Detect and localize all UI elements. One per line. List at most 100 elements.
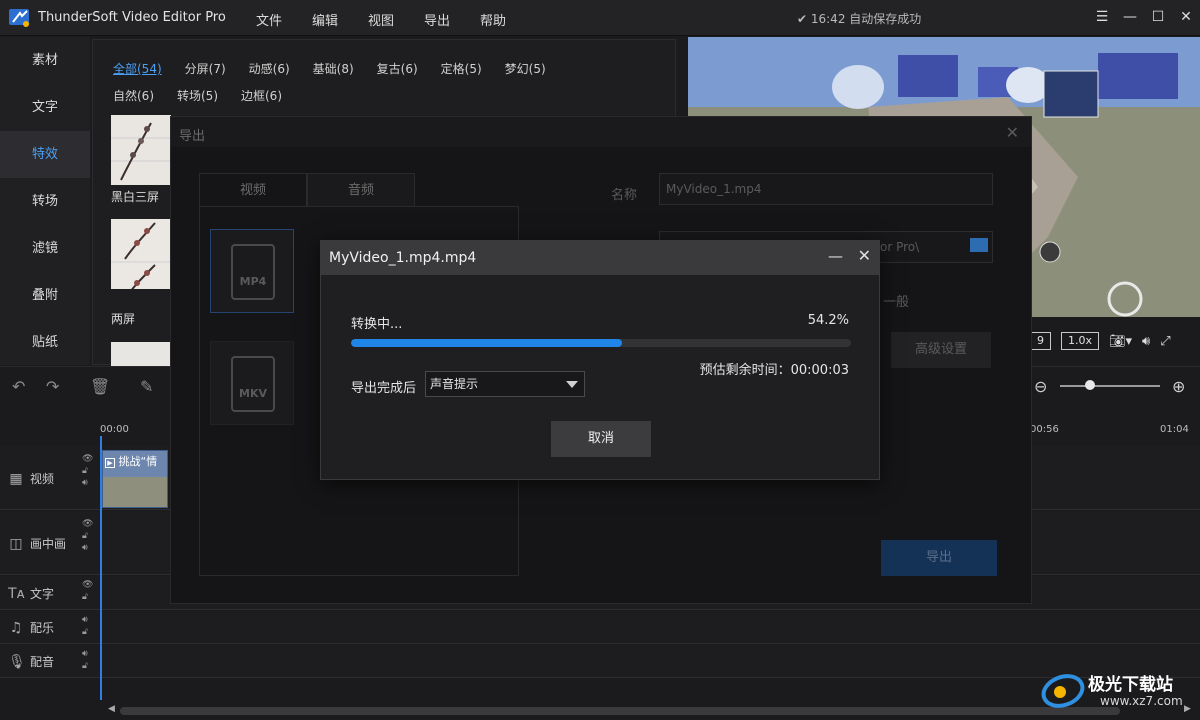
tab-audio[interactable]: 音频 <box>307 173 415 207</box>
speaker-icon[interactable]: 🔊︎ <box>82 543 93 553</box>
category-all[interactable]: 全部(54) <box>113 60 162 77</box>
text-icon: Tᴀ <box>8 585 25 602</box>
nav-filters[interactable]: 滤镜 <box>0 225 90 272</box>
clip-thumbnail <box>103 477 167 507</box>
speed-selector[interactable]: 1.0x <box>1061 332 1100 350</box>
lock-icon[interactable]: 🔓︎ <box>82 466 93 476</box>
category-basic[interactable]: 基础(8) <box>313 60 354 77</box>
microphone-icon: 🎙︎ <box>8 653 26 670</box>
minimize-icon[interactable]: — <box>1122 8 1138 26</box>
minimize-icon[interactable]: — <box>828 247 843 265</box>
name-label: 名称 <box>611 188 638 203</box>
quality-value[interactable]: 一般 <box>883 291 909 310</box>
progress-bar <box>351 339 851 347</box>
menu-help[interactable]: 帮助 <box>480 10 536 29</box>
effect-label: 黑白三屏 <box>111 190 160 204</box>
window-controls: ☰ — ☐ ✕ <box>1094 8 1194 26</box>
filename-input[interactable]: MyVideo_1.mp4 <box>659 173 993 205</box>
tab-video[interactable]: 视频 <box>199 173 307 207</box>
effect-thumb-two-screen[interactable] <box>111 219 171 289</box>
menu-export[interactable]: 导出 <box>424 10 480 29</box>
playhead[interactable] <box>100 436 102 700</box>
category-freeze[interactable]: 定格(5) <box>441 60 482 77</box>
eye-icon[interactable]: 👁︎ <box>82 454 93 464</box>
close-icon[interactable]: ✕ <box>858 246 871 265</box>
track-label-voiceover: 配音 <box>30 655 55 669</box>
redo-icon[interactable]: ↷ <box>46 377 59 396</box>
folder-icon[interactable] <box>970 238 988 252</box>
category-nature[interactable]: 自然(6) <box>113 87 154 104</box>
hamburger-menu-icon[interactable]: ☰ <box>1094 8 1110 26</box>
category-retro[interactable]: 复古(6) <box>377 60 418 77</box>
effect-label: 两屏 <box>111 312 136 326</box>
zoom-slider-handle[interactable] <box>1085 380 1095 390</box>
menu-edit[interactable]: 编辑 <box>312 10 368 29</box>
zoom-in-icon[interactable]: ⊕ <box>1172 377 1185 396</box>
nav-effects[interactable]: 特效 <box>0 131 90 178</box>
site-watermark: 极光下载站 www.xz7.com <box>1040 666 1196 716</box>
timeline-scrollbar[interactable] <box>120 707 1120 715</box>
track-music[interactable]: ♫ 配乐 🔊︎ 🔓︎ <box>0 611 1200 644</box>
conversion-status: 转换中... <box>351 317 403 332</box>
nav-media[interactable]: 素材 <box>0 37 90 84</box>
speaker-icon[interactable]: 🔊︎ <box>82 649 88 659</box>
clip-title: 挑战“情 <box>118 455 158 468</box>
lock-icon[interactable]: 🔓︎ <box>82 592 93 602</box>
track-voiceover[interactable]: 🎙︎ 配音 🔊︎ 🔓︎ <box>0 645 1200 678</box>
effect-thumb-bw-triple[interactable] <box>111 115 171 185</box>
file-icon <box>231 244 275 300</box>
speaker-icon[interactable]: 🔊︎ <box>82 478 93 488</box>
close-icon[interactable]: ✕ <box>1178 8 1194 26</box>
video-clip[interactable]: ▶ 挑战“情 <box>102 450 168 508</box>
remaining-time: 预估剩余时间：00:00:03 <box>699 363 849 378</box>
frame-readout[interactable]: 9 <box>1030 332 1051 350</box>
close-icon[interactable]: ✕ <box>1006 123 1019 142</box>
cancel-button[interactable]: 取消 <box>551 421 651 457</box>
nav-transitions[interactable]: 转场 <box>0 178 90 225</box>
edit-icon[interactable]: ✎ <box>140 377 153 396</box>
output-path-text: or Pro\ <box>880 240 920 254</box>
after-export-select[interactable]: 声音提示 <box>425 371 585 397</box>
undo-icon[interactable]: ↶ <box>12 377 25 396</box>
lock-icon[interactable]: 🔓︎ <box>82 531 93 541</box>
lock-icon[interactable]: 🔓︎ <box>82 627 88 637</box>
delete-icon[interactable]: 🗑︎ <box>90 377 110 396</box>
volume-icon[interactable]: 🔊︎ <box>1142 334 1150 349</box>
format-mp4[interactable]: MP4 <box>210 229 294 313</box>
export-button[interactable]: 导出 <box>881 540 997 576</box>
eye-icon[interactable]: 👁︎ <box>82 580 93 590</box>
category-split[interactable]: 分屏(7) <box>185 60 226 77</box>
menu-file[interactable]: 文件 <box>256 10 312 29</box>
zoom-slider[interactable] <box>1060 385 1160 387</box>
speaker-icon[interactable]: 🔊︎ <box>82 615 88 625</box>
category-row-2: 自然(6) 转场(5) 边框(6) <box>113 87 305 104</box>
nav-text[interactable]: 文字 <box>0 84 90 131</box>
maximize-icon[interactable]: ☐ <box>1150 8 1166 26</box>
track-label-pip: 画中画 <box>30 537 67 551</box>
zoom-out-icon[interactable]: ⊖ <box>1034 377 1047 396</box>
track-label-text: 文字 <box>30 587 55 601</box>
category-border[interactable]: 边框(6) <box>241 87 282 104</box>
nav-overlays[interactable]: 叠附 <box>0 272 90 319</box>
progress-dialog-header: MyVideo_1.mp4.mp4 — ✕ <box>321 241 879 275</box>
nav-stickers[interactable]: 贴纸 <box>0 319 90 366</box>
lock-icon[interactable]: 🔓︎ <box>82 661 88 671</box>
plum-blossom-icon <box>111 115 171 185</box>
scroll-left-icon[interactable]: ◀ <box>108 704 115 714</box>
category-transition[interactable]: 转场(5) <box>177 87 218 104</box>
music-note-icon: ♫ <box>9 619 23 636</box>
format-mkv[interactable]: MKV <box>210 341 294 425</box>
export-dialog-title: 导出 <box>179 129 206 144</box>
after-export-value: 声音提示 <box>430 377 479 391</box>
category-dynamic[interactable]: 动感(6) <box>249 60 290 77</box>
advanced-settings-button[interactable]: 高级设置 <box>891 332 991 368</box>
title-bar: ThunderSoft Video Editor Pro 文件 编辑 视图 导出… <box>0 0 1200 36</box>
chevron-down-icon <box>566 381 578 388</box>
camera-icon[interactable]: 📷︎▾ <box>1109 334 1132 349</box>
menu-view[interactable]: 视图 <box>368 10 424 29</box>
fullscreen-icon[interactable]: ⤢ <box>1160 334 1170 349</box>
eye-icon[interactable]: 👁︎ <box>82 519 93 529</box>
ruler-tick: 00:00 <box>100 424 129 435</box>
category-dream[interactable]: 梦幻(5) <box>505 60 546 77</box>
effect-thumb[interactable] <box>111 342 171 366</box>
